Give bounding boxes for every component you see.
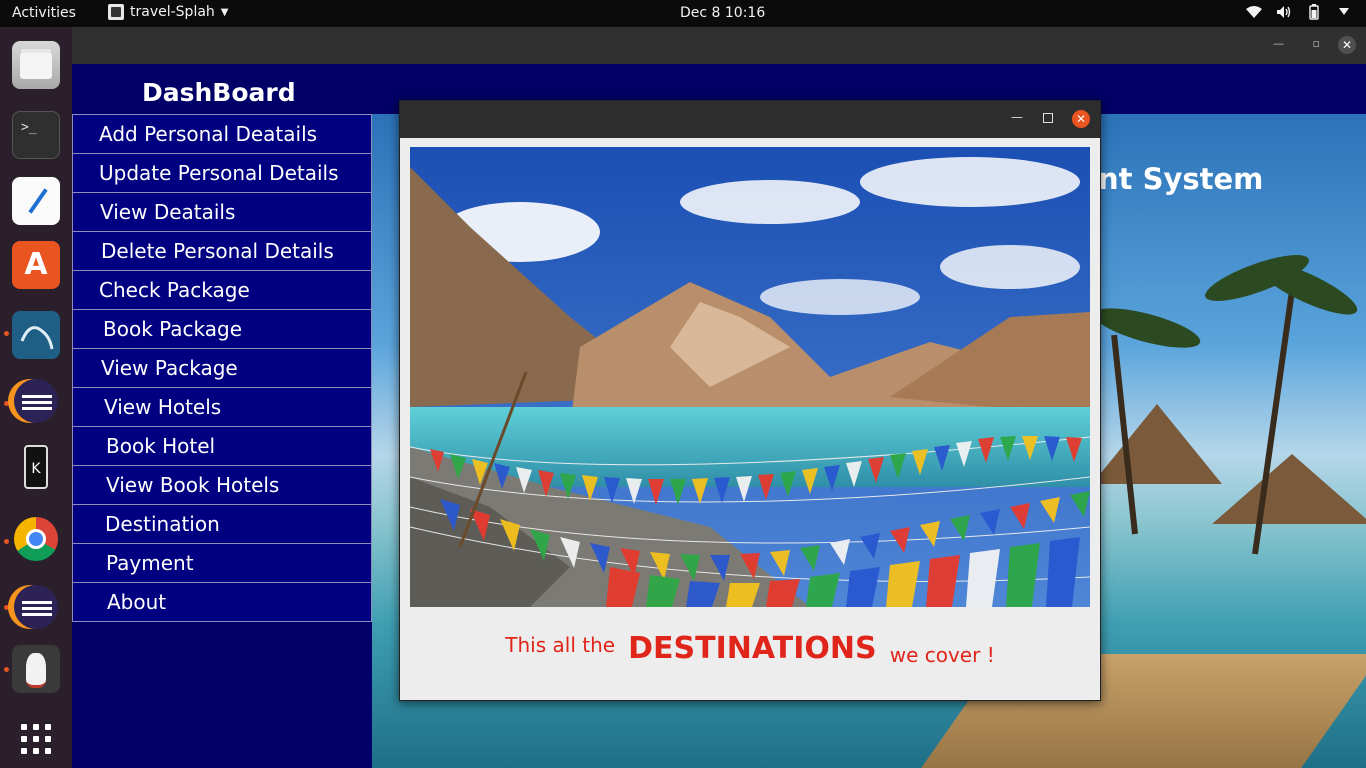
menu-update-personal-details[interactable]: Update Personal Details (72, 153, 372, 192)
menu-view-details[interactable]: View Deatails (72, 192, 372, 231)
chrome-icon[interactable] (12, 515, 60, 563)
minimize-icon[interactable]: — (1011, 110, 1023, 124)
dialog-titlebar[interactable]: — ✕ (400, 101, 1100, 138)
menu-about[interactable]: About (72, 582, 372, 622)
files-icon[interactable] (12, 41, 60, 89)
minimize-icon[interactable]: — (1273, 37, 1284, 50)
power-menu-icon (1336, 4, 1352, 20)
kde-connect-icon[interactable] (12, 443, 60, 491)
mysql-workbench-icon[interactable] (12, 311, 60, 359)
menu-payment[interactable]: Payment (72, 543, 372, 582)
running-indicator (4, 667, 9, 672)
destination-dialog: — ✕ This all the DESTINATIONS we cover ! (399, 100, 1101, 701)
dashboard-title: DashBoard (142, 78, 296, 107)
wifi-icon (1246, 4, 1262, 20)
menu-destination[interactable]: Destination (72, 504, 372, 543)
close-icon[interactable]: ✕ (1072, 110, 1090, 128)
maximize-icon[interactable]: ▫ (1313, 37, 1320, 50)
java-icon[interactable] (12, 645, 60, 693)
running-indicator (4, 539, 9, 544)
menu-view-package[interactable]: View Package (72, 348, 372, 387)
dock: >_ A (0, 27, 72, 768)
hut (1212, 454, 1366, 524)
chevron-down-icon: ▼ (220, 6, 229, 18)
maximize-icon[interactable] (1043, 113, 1053, 123)
battery-icon (1306, 4, 1322, 20)
menu-view-hotels[interactable]: View Hotels (72, 387, 372, 426)
app-title-fragment: nt System (1098, 162, 1264, 196)
terminal-glyph: >_ (21, 120, 37, 135)
sidebar-menu: Add Personal Deatails Update Personal De… (72, 114, 372, 622)
destination-photo (410, 147, 1090, 607)
clock[interactable]: Dec 8 10:16 (680, 5, 765, 21)
system-tray[interactable] (1246, 4, 1352, 20)
main-window-titlebar[interactable]: — ▫ ✕ (72, 27, 1366, 64)
caption-prefix: This all the (505, 633, 616, 657)
menu-check-package[interactable]: Check Package (72, 270, 372, 309)
caption-suffix: we cover ! (889, 643, 995, 667)
volume-icon (1276, 4, 1292, 20)
app-icon (108, 4, 124, 20)
eclipse-icon[interactable] (12, 583, 60, 631)
close-icon[interactable]: ✕ (1338, 36, 1356, 54)
caption-highlight: DESTINATIONS (628, 631, 877, 666)
destinations-caption: This all the DESTINATIONS we cover ! (400, 631, 1100, 667)
app-menu-label: travel-Splah (130, 4, 215, 20)
activities-button[interactable]: Activities (12, 5, 76, 21)
show-applications-icon[interactable] (12, 715, 60, 763)
eclipse-icon[interactable] (12, 377, 60, 425)
hut (1092, 404, 1222, 484)
menu-add-personal-details[interactable]: Add Personal Deatails (72, 114, 372, 153)
software-store-icon[interactable]: A (12, 241, 60, 289)
terminal-icon[interactable]: >_ (12, 111, 60, 159)
running-indicator (4, 401, 9, 406)
menu-view-book-hotels[interactable]: View Book Hotels (72, 465, 372, 504)
top-bar: Activities travel-Splah ▼ Dec 8 10:16 (0, 0, 1366, 27)
app-menu[interactable]: travel-Splah ▼ (108, 4, 228, 20)
running-indicator (4, 605, 9, 610)
eclipse-logo (14, 585, 58, 629)
eclipse-logo (14, 379, 58, 423)
menu-book-hotel[interactable]: Book Hotel (72, 426, 372, 465)
running-indicator (4, 331, 9, 336)
palm-leaf (1090, 300, 1204, 356)
menu-delete-personal-details[interactable]: Delete Personal Details (72, 231, 372, 270)
text-editor-icon[interactable] (12, 177, 60, 225)
menu-book-package[interactable]: Book Package (72, 309, 372, 348)
